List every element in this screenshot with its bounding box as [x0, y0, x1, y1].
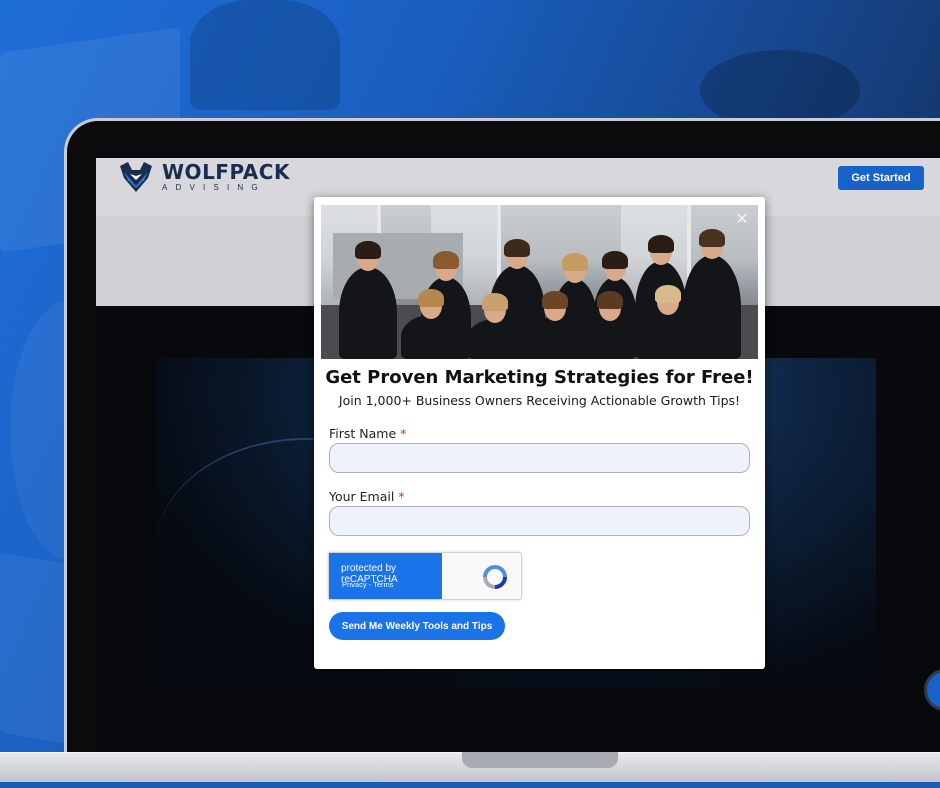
close-icon[interactable]: ×	[732, 209, 752, 229]
photo-person	[583, 291, 637, 359]
photo-person	[401, 289, 461, 359]
required-mark: *	[398, 489, 405, 504]
first-name-label: First Name *	[329, 426, 406, 441]
background-shape	[190, 0, 340, 110]
get-started-button[interactable]: Get Started	[838, 166, 924, 190]
logo-subtitle: ADVISING	[162, 183, 266, 192]
email-label-text: Your Email	[329, 489, 395, 504]
recaptcha-links[interactable]: Privacy - Terms	[342, 580, 394, 589]
first-name-input[interactable]	[329, 443, 750, 473]
recaptcha-panel: protected by reCAPTCHA Privacy - Terms	[329, 553, 442, 599]
first-name-label-text: First Name	[329, 426, 397, 441]
person-hair	[655, 285, 681, 303]
team-photo	[321, 205, 758, 359]
person-hair	[562, 253, 588, 271]
person-hair	[648, 235, 674, 253]
recaptcha-badge[interactable]: protected by reCAPTCHA Privacy - Terms	[328, 552, 522, 600]
photo-person	[527, 291, 583, 359]
person-hair	[504, 239, 530, 257]
photo-person	[339, 241, 397, 359]
submit-button[interactable]: Send Me Weekly Tools and Tips	[329, 612, 505, 640]
person-hair	[597, 291, 623, 309]
person-hair	[699, 229, 725, 247]
required-mark: *	[400, 426, 407, 441]
person-hair	[433, 251, 459, 269]
signup-popup: × Get Proven Marketing Strategies for Fr…	[314, 197, 765, 669]
person-hair	[602, 251, 628, 269]
photo-person	[467, 293, 523, 359]
email-label: Your Email *	[329, 489, 405, 504]
recaptcha-logo-icon	[483, 565, 507, 589]
popup-title: Get Proven Marketing Strategies for Free…	[325, 367, 754, 388]
photo-person	[639, 285, 697, 359]
email-input[interactable]	[329, 506, 750, 536]
person-hair	[482, 293, 508, 311]
laptop-notch	[462, 752, 618, 768]
person-hair	[418, 289, 444, 307]
wolf-logo-icon	[120, 162, 152, 192]
bottom-strip	[0, 782, 940, 788]
popup-subtitle: Join 1,000+ Business Owners Receiving Ac…	[338, 393, 741, 408]
logo-name: WOLFPACK	[162, 160, 290, 184]
chat-icon[interactable]	[924, 669, 940, 711]
site-logo[interactable]: WOLFPACK ADVISING	[118, 160, 290, 194]
person-hair	[355, 241, 381, 259]
person-hair	[542, 291, 568, 309]
